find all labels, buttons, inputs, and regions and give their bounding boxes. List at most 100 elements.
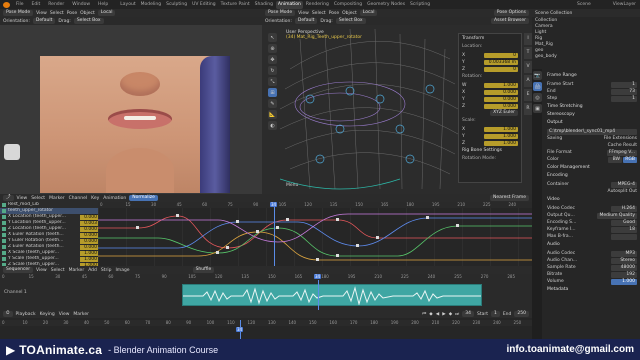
drag-dropdown-r[interactable]: Select Box [335,18,366,24]
channel-value[interactable]: 0.000 [80,214,98,220]
orientation-dropdown[interactable]: Default [32,18,56,24]
audio-codec-dropdown[interactable]: MP3 [611,250,637,257]
n-panel-tab-rigify[interactable]: R [524,103,532,115]
rvMenus-item-object[interactable]: Object [342,11,357,16]
workspace-tab-sculpting[interactable]: Sculpting [164,1,189,9]
menu-item-edit[interactable]: Edit [30,1,43,9]
tlMenus-item-view[interactable]: View [59,312,70,317]
sqMenus-item-marker[interactable]: Marker [69,268,85,273]
sqMenus-item-select[interactable]: Select [51,268,65,273]
scene-props-icon[interactable]: ◎ [533,93,542,102]
output-props-icon[interactable]: 🖨 [533,82,542,91]
lvMenus-item-pose[interactable]: Pose [67,11,77,16]
channel-value[interactable]: 1.000 [80,256,98,262]
nearest-frame-dropdown[interactable]: Nearest Frame [490,195,529,201]
channel-value[interactable]: 0.000 [80,238,98,244]
rvMenus-item-pose[interactable]: Pose [329,11,339,16]
workspace-tab-scripting[interactable]: Scripting [408,1,432,9]
workspace-tab-rendering[interactable]: Rendering [304,1,331,9]
normalize-toggle[interactable]: Normalize [129,195,158,201]
lvMenus-item-object[interactable]: Object [80,11,95,16]
channel-value[interactable]: 1.000 [80,250,98,256]
graph-playhead[interactable] [274,202,275,266]
editor-type-icon[interactable]: ⤴ [3,195,14,201]
locRows-value[interactable]: 0 [484,52,518,58]
start-field[interactable]: 1 [490,311,500,317]
workspace-tab-uv-editing[interactable]: UV Editing [190,1,217,9]
audio-section[interactable]: Audio [547,242,637,248]
graph-current-frame[interactable]: 34 [270,202,278,207]
stereoscopy-section[interactable]: Stereoscopy [547,112,637,118]
menu-item-file[interactable]: File [14,1,26,9]
lvMenus-item-select[interactable]: Select [50,11,64,16]
prev-key-icon[interactable]: ◆ [429,312,432,317]
transform-tool-icon[interactable]: ⊞ [268,88,277,97]
sequencer-mode-dropdown[interactable]: Sequencer [3,267,34,273]
viewport-menu-button[interactable]: Menu [286,183,298,188]
timeline-ruler[interactable]: 0 10 20 30 40 50 60 70 80 90 100 110 120 130 140 150 160… [0,320,532,326]
tlMenus-item-keying[interactable]: Keying [40,312,55,317]
geMenus-item-view[interactable]: View [17,196,28,201]
audio-strip[interactable] [182,284,482,306]
locRows-value[interactable]: 0.003368 m [484,59,518,65]
end-field[interactable]: 250 [514,311,529,317]
bone-settings-section[interactable]: Rig Bone Settings [462,148,518,154]
time-stretching-section[interactable]: Time Stretching [547,104,637,110]
output-path-field[interactable]: C:\tmp\blender\_sync01_mp4 [547,128,637,135]
timeline[interactable]: ⏱ Playback Keying View Marker ⏮ ◆ ◀ ▶ ◆ ⏭ 3… [0,310,532,339]
current-frame-field[interactable]: 34 [462,311,474,317]
3d-viewport[interactable]: Pose Mode View Select Pose Object Local Pos… [262,9,532,194]
graph-editor[interactable]: ⤴ View Select Marker Channel Key Animation No… [0,194,532,266]
geMenus-item-select[interactable]: Select [31,196,45,201]
workspace-tab-geometry-nodes[interactable]: Geometry Nodes [365,1,407,9]
workspace-tab-shading[interactable]: Shading [253,1,275,9]
geMenus-item-channel[interactable]: Channel [69,196,87,201]
orientation-dropdown-r[interactable]: Default [294,18,318,24]
scene-selector[interactable]: Scene [577,2,591,7]
left-mode-dropdown[interactable]: Pose Mode [3,10,34,16]
outliner-item[interactable]: geo_body [535,54,637,60]
geMenus-item-animation[interactable]: Animation [103,196,126,201]
workspace-tab-compositing[interactable]: Compositing [332,1,364,9]
gizmo-widget[interactable] [4,144,20,160]
pose-options-button[interactable]: Pose Options [493,10,529,16]
volume-field[interactable]: 1.000 [611,278,637,285]
max-b-field[interactable] [611,233,637,240]
sequencer-current-frame[interactable]: 34 [314,274,322,279]
rotation-mode-dropdown[interactable]: XYZ Euler [490,110,518,116]
n-panel-tab-tool[interactable]: T [524,47,532,59]
timeline-editor-icon[interactable]: ⏱ [3,311,13,317]
scale-tool-icon[interactable]: ⤡ [268,77,277,86]
pose-tool-icon[interactable]: ◐ [268,121,277,130]
rotRows-value[interactable]: 0.000 [484,96,518,102]
end-field[interactable]: 73 [611,88,637,95]
cache-result-checkbox[interactable]: Cache Result [608,143,637,148]
rotate-tool-icon[interactable]: ↻ [268,66,277,75]
channel-value[interactable]: 0.000 [80,232,98,238]
view-layer-selector[interactable]: ViewLayer [613,2,636,7]
scaleRows-value[interactable]: 1.000 [484,140,518,146]
camera-viewport[interactable]: Pose Mode View Select Pose Object Local Ori… [0,9,262,194]
drag-dropdown[interactable]: Select Box [73,18,104,24]
play-icon[interactable]: ▶ [442,312,445,317]
measure-tool-icon[interactable]: 📐 [268,110,277,119]
workspace-tab-layout[interactable]: Layout [118,1,137,9]
blender-logo-icon[interactable] [3,1,10,8]
sequencer-playhead[interactable] [318,280,319,310]
frame-start-field[interactable]: 1 [611,81,637,88]
left-transform-dropdown[interactable]: Local [97,10,116,16]
sqMenus-item-strip[interactable]: Strip [101,268,112,273]
color-rgb-button[interactable]: RGB [623,156,637,163]
sequencer-ruler[interactable]: 0 15 30 45 60 75 90 105 120 135 150 165 180 195 210 225… [0,274,532,280]
sample-rate-dropdown[interactable]: 48000 [611,264,637,271]
select-tool-icon[interactable]: ↖ [268,33,277,42]
geMenus-item-key[interactable]: Key [91,196,99,201]
sqMenus-item-image[interactable]: Image [115,268,129,273]
n-panel-tab-animation[interactable]: A [524,75,532,87]
move-tool-icon[interactable]: ✥ [268,55,277,64]
transform-section-title[interactable]: Transform [462,36,518,42]
output-section[interactable]: Output [547,120,637,126]
video-codec-dropdown[interactable]: H.264 [611,205,637,212]
workspace-tab-texture-paint[interactable]: Texture Paint [219,1,252,9]
keyframe-field[interactable]: 18 [611,226,637,233]
